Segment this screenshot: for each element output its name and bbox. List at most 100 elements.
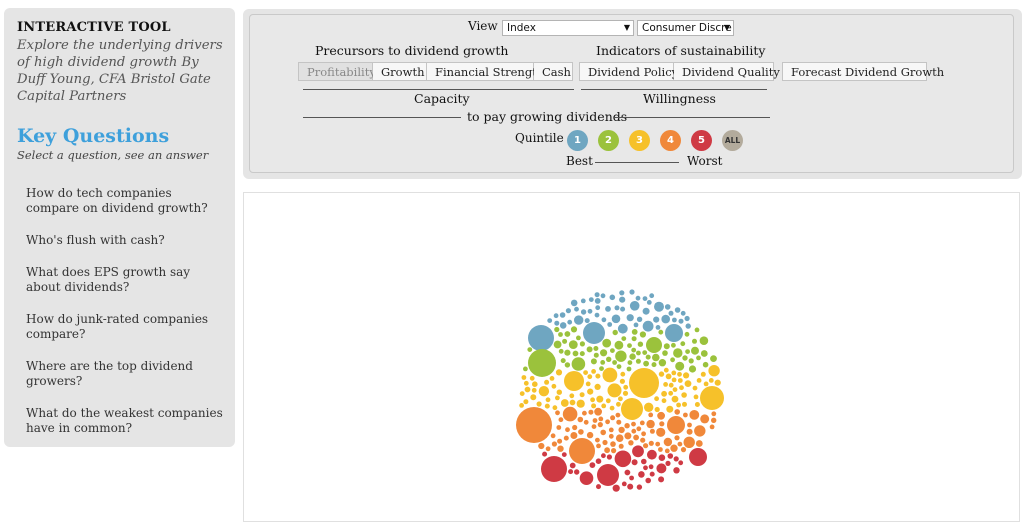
forecast-dividend-growth-button[interactable]: Forecast Dividend Growth [782, 62, 944, 81]
company-bubble[interactable] [621, 398, 643, 420]
company-bubble[interactable] [549, 376, 555, 381]
company-bubble[interactable] [619, 296, 626, 303]
company-bubble[interactable] [532, 381, 538, 387]
company-bubble[interactable] [615, 434, 624, 442]
company-bubble[interactable] [635, 358, 641, 364]
company-bubble[interactable] [586, 431, 594, 439]
company-bubble[interactable] [635, 295, 641, 301]
company-bubble[interactable] [618, 443, 624, 449]
company-bubble[interactable] [558, 332, 563, 337]
company-bubble[interactable] [608, 427, 614, 433]
company-bubble[interactable] [593, 352, 599, 358]
company-bubble[interactable] [564, 371, 584, 391]
company-bubble[interactable] [620, 371, 626, 377]
company-bubble[interactable] [601, 403, 607, 409]
company-bubble[interactable] [616, 419, 622, 425]
company-bubble[interactable] [693, 394, 699, 400]
company-bubble[interactable] [673, 456, 679, 462]
company-bubble[interactable] [653, 316, 660, 323]
company-bubble[interactable] [692, 385, 698, 391]
company-bubble[interactable] [579, 341, 585, 347]
company-bubble[interactable] [611, 314, 621, 324]
company-bubble[interactable] [711, 411, 717, 417]
company-bubble[interactable] [641, 458, 647, 465]
company-bubble[interactable] [658, 447, 663, 452]
company-bubble[interactable] [560, 399, 569, 407]
company-bubble[interactable] [572, 424, 578, 431]
company-bubble[interactable] [605, 419, 610, 425]
company-bubble[interactable] [608, 433, 614, 439]
company-bubble[interactable] [574, 315, 584, 325]
company-bubble[interactable] [627, 343, 632, 348]
company-bubble[interactable] [527, 347, 533, 352]
company-bubble[interactable] [616, 401, 621, 407]
company-bubble[interactable] [597, 464, 619, 486]
company-bubble[interactable] [590, 358, 597, 365]
company-bubble[interactable] [629, 353, 636, 360]
company-bubble[interactable] [642, 320, 654, 332]
company-bubble[interactable] [528, 325, 554, 351]
company-bubble[interactable] [631, 428, 637, 434]
company-bubble[interactable] [671, 377, 677, 383]
company-bubble[interactable] [619, 378, 625, 384]
company-bubble[interactable] [636, 350, 641, 356]
company-bubble[interactable] [572, 350, 579, 357]
company-bubble[interactable] [658, 454, 666, 462]
company-bubble[interactable] [682, 355, 688, 361]
company-bubble[interactable] [671, 395, 679, 403]
company-bubble[interactable] [524, 386, 531, 393]
company-bubble[interactable] [605, 398, 611, 404]
company-bubble[interactable] [636, 316, 643, 322]
company-bubble[interactable] [583, 322, 605, 344]
company-bubble[interactable] [668, 310, 674, 316]
company-bubble[interactable] [577, 416, 584, 423]
company-bubble[interactable] [587, 388, 594, 395]
quintile-5-button[interactable]: 5 [691, 130, 712, 151]
company-bubble[interactable] [610, 441, 616, 447]
company-bubble[interactable] [616, 364, 622, 369]
company-bubble[interactable] [594, 312, 600, 318]
company-bubble[interactable] [670, 444, 678, 452]
company-bubble[interactable] [649, 428, 655, 434]
company-bubble[interactable] [579, 471, 594, 486]
company-bubble[interactable] [684, 331, 690, 337]
company-bubble[interactable] [687, 422, 692, 428]
company-bubble[interactable] [680, 310, 686, 316]
company-bubble[interactable] [681, 392, 687, 398]
company-bubble[interactable] [617, 323, 628, 334]
company-bubble[interactable] [695, 440, 703, 447]
company-bubble[interactable] [648, 412, 654, 418]
company-bubble[interactable] [636, 426, 642, 432]
company-bubble[interactable] [594, 298, 601, 304]
company-bubble[interactable] [659, 421, 665, 427]
company-bubble[interactable] [667, 416, 685, 434]
company-bubble[interactable] [702, 361, 709, 368]
company-bubble[interactable] [614, 305, 620, 311]
profitability-button[interactable]: Profitability [298, 62, 376, 81]
company-bubble[interactable] [610, 415, 616, 421]
company-bubble[interactable] [644, 402, 654, 412]
company-bubble[interactable] [674, 409, 680, 415]
company-bubble[interactable] [516, 407, 552, 443]
company-bubble[interactable] [647, 449, 657, 460]
company-bubble[interactable] [596, 443, 601, 449]
company-bubble[interactable] [663, 367, 669, 373]
company-bubble[interactable] [542, 451, 548, 457]
company-bubble[interactable] [684, 315, 690, 322]
company-bubble[interactable] [618, 426, 625, 434]
company-bubble[interactable] [654, 406, 660, 413]
company-bubble[interactable] [643, 360, 649, 367]
company-bubble[interactable] [597, 422, 603, 428]
quintile-3-button[interactable]: 3 [629, 130, 650, 151]
company-bubble[interactable] [618, 396, 623, 402]
company-bubble[interactable] [590, 397, 595, 403]
company-bubble[interactable] [612, 484, 620, 492]
company-bubble[interactable] [538, 442, 545, 450]
company-bubble[interactable] [643, 443, 649, 449]
company-bubble[interactable] [569, 438, 595, 464]
company-bubble[interactable] [576, 399, 585, 408]
company-bubble[interactable] [563, 435, 569, 441]
company-bubble[interactable] [564, 362, 571, 368]
company-bubble[interactable] [561, 452, 567, 457]
company-bubble[interactable] [574, 469, 580, 475]
